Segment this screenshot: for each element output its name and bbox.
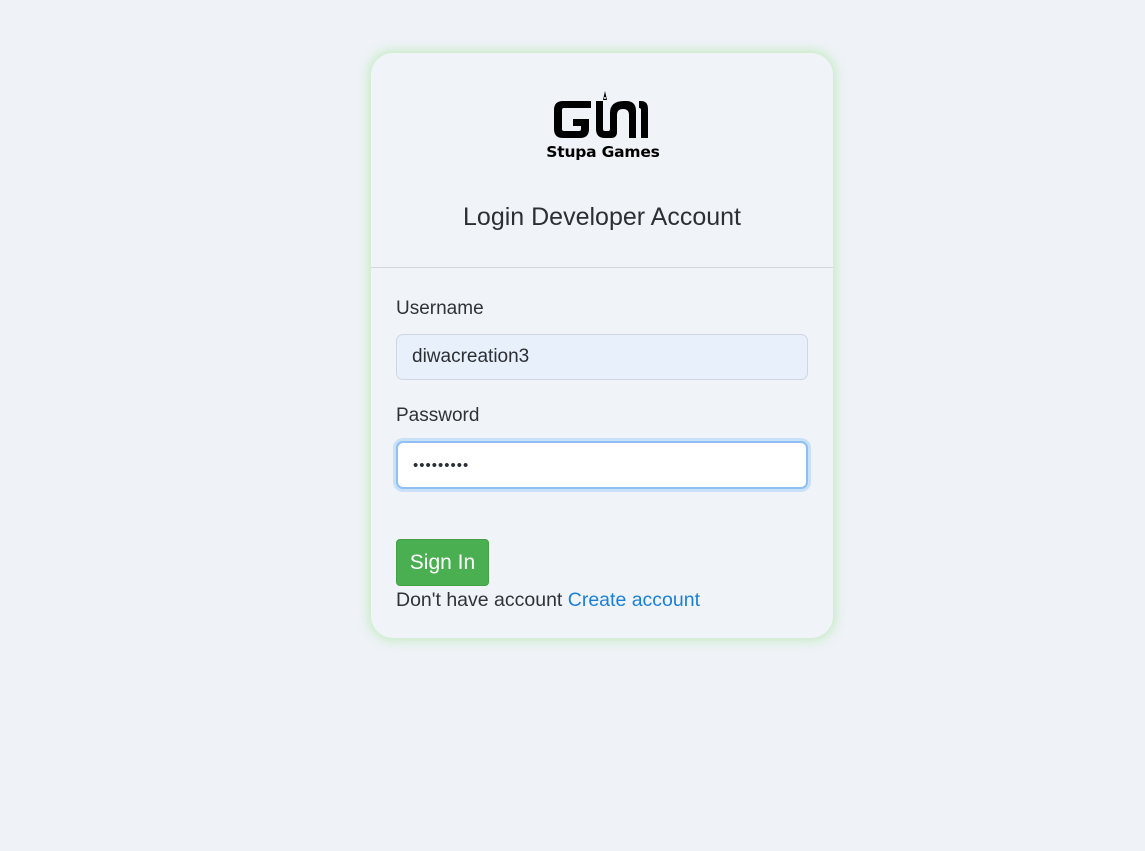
sign-in-button[interactable]: Sign In [396,539,489,586]
create-account-link[interactable]: Create account [568,589,700,611]
page-title: Login Developer Account [463,203,741,231]
card-header: Stupa Games Login Developer Account [371,53,833,268]
create-account-prompt-text: Don't have account [396,589,563,611]
logo-mark-icon [554,91,648,138]
username-input[interactable] [396,334,808,380]
logo-wordmark: Stupa Games [546,143,660,161]
create-account-prompt: Don't have account Create account [396,589,700,612]
stupa-games-logo: Stupa Games [541,91,665,165]
username-label: Username [396,298,484,319]
password-label: Password [396,405,480,426]
password-input[interactable] [396,441,808,489]
login-card: Stupa Games Login Developer Account User… [371,53,833,638]
